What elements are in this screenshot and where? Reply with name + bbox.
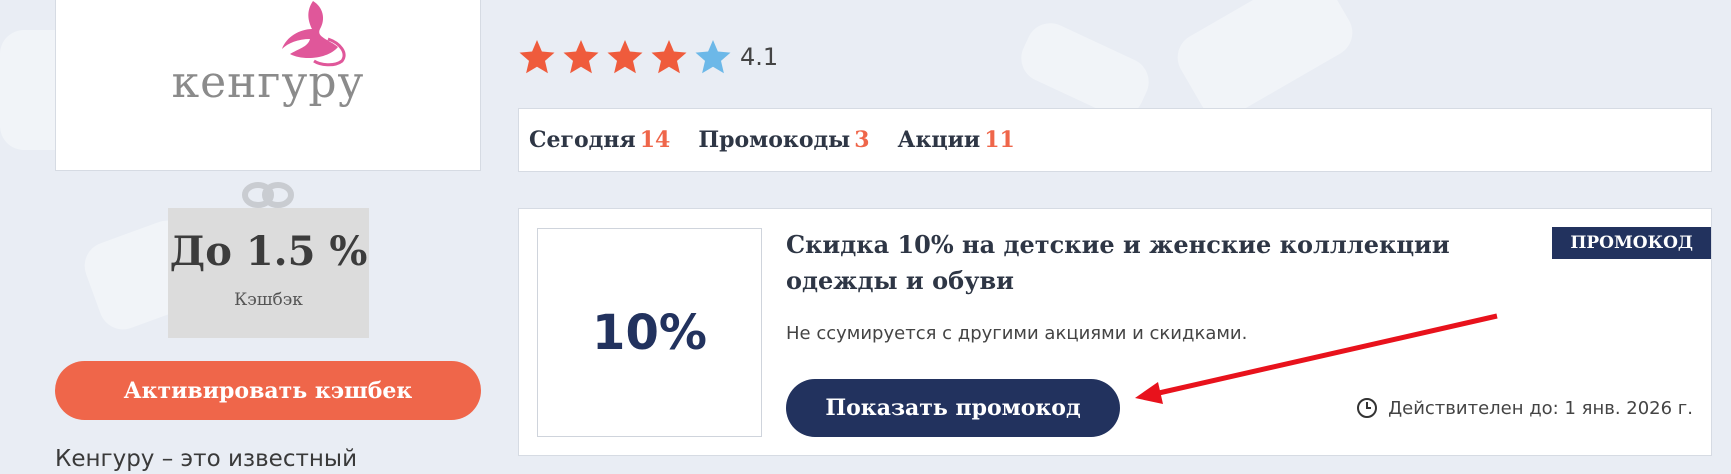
star-filled-icon[interactable]	[606, 38, 644, 76]
star-empty-icon[interactable]	[694, 38, 732, 76]
tab-today[interactable]: Сегодня 14	[529, 127, 670, 153]
cashback-value: До 1.5 %	[169, 228, 368, 275]
show-promocode-button[interactable]: Показать промокод	[786, 379, 1120, 437]
activate-cashback-button[interactable]: Активировать кэшбек	[55, 361, 481, 420]
promo-title[interactable]: Скидка 10% на детские и женские колллекц…	[786, 227, 1506, 299]
tab-promotions[interactable]: Акции 11	[898, 127, 1015, 153]
tab-today-count: 14	[639, 127, 671, 153]
star-filled-icon[interactable]	[562, 38, 600, 76]
gift-bow-icon	[242, 182, 294, 208]
rating-stars[interactable]: 4.1	[518, 38, 778, 76]
promo-type-badge: ПРОМОКОД	[1552, 227, 1711, 259]
discount-value: 10%	[592, 304, 707, 361]
clock-icon	[1357, 398, 1378, 418]
store-description: Кенгуру – это известный	[55, 446, 358, 472]
promo-note: Не ссумируется с другими акциями и скидк…	[786, 323, 1248, 344]
offer-tabs: Сегодня 14 Промокоды 3 Акции 11	[518, 108, 1712, 172]
tab-promotions-count: 11	[984, 127, 1015, 153]
promo-validity-text: Действителен до: 1 янв. 2026 г.	[1388, 397, 1693, 419]
star-filled-icon[interactable]	[518, 38, 556, 76]
cashback-label: Кэшбэк	[234, 290, 303, 310]
store-logo-card: кенгуру	[55, 0, 481, 171]
star-filled-icon[interactable]	[650, 38, 688, 76]
promo-card: 10% Скидка 10% на детские и женские колл…	[518, 208, 1712, 456]
rating-value: 4.1	[740, 43, 779, 71]
promo-validity: Действителен до: 1 янв. 2026 г.	[1356, 397, 1693, 419]
tab-promocodes-count: 3	[854, 127, 870, 153]
discount-tile: 10%	[537, 228, 762, 437]
cashback-info: До 1.5 % Кэшбэк	[168, 208, 369, 338]
tab-promocodes[interactable]: Промокоды 3	[698, 127, 869, 153]
store-logo-text: кенгуру	[171, 57, 365, 108]
